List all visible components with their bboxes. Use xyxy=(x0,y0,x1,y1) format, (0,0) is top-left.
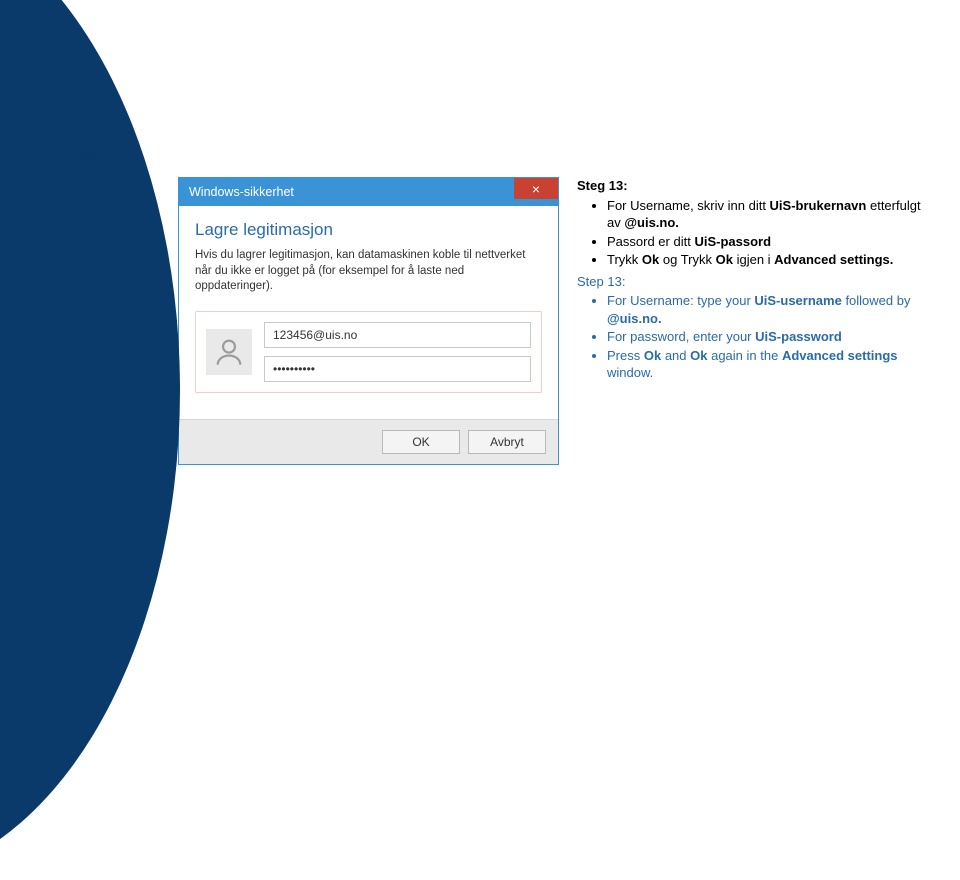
step-list-en: For Username: type your UiS-username fol… xyxy=(577,292,922,382)
list-item: For password, enter your UiS-password xyxy=(607,328,922,346)
credential-fields xyxy=(264,322,531,382)
logo-mark: u S xyxy=(52,88,147,123)
dialog-title: Windows-sikkerhet xyxy=(189,185,294,199)
logo-line2: i Stavanger xyxy=(52,149,147,163)
username-input[interactable] xyxy=(264,322,531,348)
dialog-heading: Lagre legitimasjon xyxy=(195,220,542,240)
credentials-box xyxy=(195,311,542,393)
dialog-titlebar[interactable]: Windows-sikkerhet × xyxy=(179,178,558,206)
dialog-footer: OK Avbryt xyxy=(179,419,558,464)
logo-divider xyxy=(52,127,112,129)
windows-security-dialog: Windows-sikkerhet × Lagre legitimasjon H… xyxy=(178,177,559,465)
user-avatar-icon xyxy=(206,329,252,375)
step-heading-en: Step 13: xyxy=(577,273,922,291)
step-list-no: For Username, skriv inn ditt UiS-brukern… xyxy=(577,197,922,269)
dialog-description: Hvis du lagrer legitimasjon, kan datamas… xyxy=(195,248,542,295)
list-item: Passord er ditt UiS-passord xyxy=(607,233,922,251)
list-item: For Username: type your UiS-username fol… xyxy=(607,292,922,327)
dialog-body: Lagre legitimasjon Hvis du lagrer legiti… xyxy=(179,206,558,419)
logo-line1: Universitetet xyxy=(52,135,147,149)
list-item: For Username, skriv inn ditt UiS-brukern… xyxy=(607,197,922,232)
cancel-button[interactable]: Avbryt xyxy=(468,430,546,454)
instructions-block: Steg 13: For Username, skriv inn ditt Ui… xyxy=(577,177,922,386)
ok-button[interactable]: OK xyxy=(382,430,460,454)
close-icon: × xyxy=(532,182,540,196)
logo-letter-s: S xyxy=(71,84,95,119)
logo-letter-u: u xyxy=(52,89,69,123)
list-item: Press Ok and Ok again in the Advanced se… xyxy=(607,347,922,382)
step-block-en: Step 13: For Username: type your UiS-use… xyxy=(577,273,922,382)
password-input[interactable] xyxy=(264,356,531,382)
uis-logo: u S Universitetet i Stavanger xyxy=(52,88,147,163)
close-button[interactable]: × xyxy=(514,178,558,199)
step-heading-no: Steg 13: xyxy=(577,177,922,195)
logo-text: Universitetet i Stavanger xyxy=(52,135,147,164)
list-item: Trykk Ok og Trykk Ok igjen i Advanced se… xyxy=(607,251,922,269)
